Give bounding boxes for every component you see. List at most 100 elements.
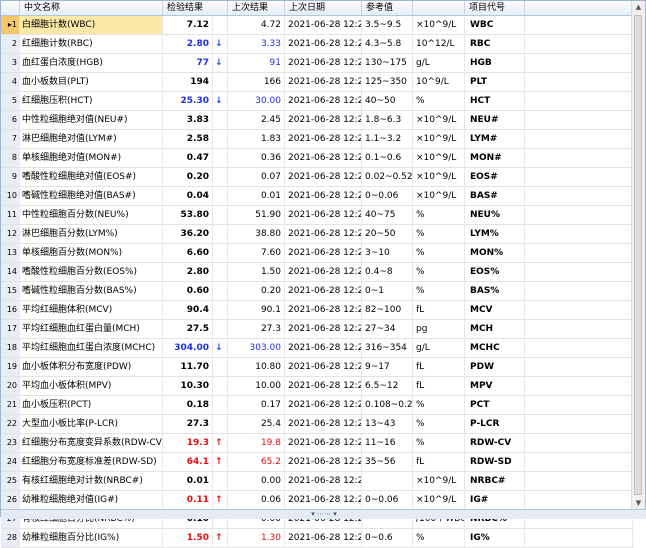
table-row[interactable]: 10 嗜碱性粒细胞绝对值(BAS#) 0.04 0.01 2021-06-28 … [1,187,633,206]
last-result-value: 1.83 [228,130,285,148]
table-row[interactable]: 23 红细胞分布宽度变异系数(RDW-CV) 19.3 ↑ 19.8 2021-… [1,434,633,453]
result-flag-icon [213,377,228,395]
item-code: LYM% [465,225,525,243]
item-name: 红细胞压积(HCT) [20,92,163,110]
table-row[interactable]: 14 嗜酸性粒细胞百分数(EOS%) 2.80 1.50 2021-06-28 … [1,263,633,282]
row-number: 4 [1,73,20,91]
reference-range: 0.108~0.27 [362,396,413,414]
reference-range: 3~10 [362,244,413,262]
row-filler [525,358,633,376]
last-date: 2021-06-28 12:22 [285,472,362,490]
item-code: HCT [465,92,525,110]
table-row[interactable]: 17 平均红细胞血红蛋白量(MCH) 27.5 27.3 2021-06-28 … [1,320,633,339]
item-code: BAS% [465,282,525,300]
table-row[interactable]: 13 单核细胞百分数(MON%) 6.60 7.60 2021-06-28 12… [1,244,633,263]
table-row[interactable]: 2 红细胞计数(RBC) 2.80 ↓ 3.33 2021-06-28 12:2… [1,35,633,54]
last-result-value: 303.00 [228,339,285,357]
result-value: 0.18 [163,396,213,414]
last-date: 2021-06-28 12:22 [285,35,362,53]
table-row[interactable]: 25 有核红细胞绝对计数(NRBC#) 0.01 0.00 2021-06-28… [1,472,633,491]
table-row[interactable]: 24 红细胞分布宽度标准差(RDW-SD) 64.1 ↑ 65.2 2021-0… [1,453,633,472]
result-flag-icon: ↓ [213,339,228,357]
item-code: RDW-CV [465,434,525,452]
table-row[interactable]: 21 血小板压积(PCT) 0.18 0.17 2021-06-28 12:22… [1,396,633,415]
vertical-scrollbar[interactable]: ▲ ▼ [631,1,645,509]
table-row[interactable]: 19 血小板体积分布宽度(PDW) 11.70 10.80 2021-06-28… [1,358,633,377]
last-result-value: 51.90 [228,206,285,224]
table-row[interactable]: 11 中性粒细胞百分数(NEU%) 53.80 51.90 2021-06-28… [1,206,633,225]
item-name: 白细胞计数(WBC) [20,16,163,34]
row-number: 11 [1,206,20,224]
reference-range: 13~43 [362,415,413,433]
table-row[interactable]: 12 淋巴细胞百分数(LYM%) 36.20 38.80 2021-06-28 … [1,225,633,244]
lab-results-grid: 中文名称 检验结果 上次结果 上次日期 参考值 项目代号 ▸1 白细胞计数(WB… [0,0,646,548]
row-filler [525,16,633,34]
result-value: 25.30 [163,92,213,110]
last-date: 2021-06-28 12:22 [285,149,362,167]
table-row[interactable]: 4 血小板数目(PLT) 194 166 2021-06-28 12:22 12… [1,73,633,92]
last-date: 2021-06-28 12:22 [285,168,362,186]
result-value: 0.04 [163,187,213,205]
header-last-result[interactable]: 上次结果 [228,1,285,15]
header-code[interactable]: 项目代号 [465,1,525,15]
row-filler [525,301,633,319]
table-row[interactable]: 9 嗜酸性粒细胞绝对值(EOS#) 0.20 0.07 2021-06-28 1… [1,168,633,187]
scroll-up-icon[interactable]: ▲ [632,1,645,13]
header-unit[interactable] [413,1,465,15]
result-flag-icon [213,206,228,224]
item-code: PDW [465,358,525,376]
row-number: ▸1 [1,16,20,34]
item-code: NEU% [465,206,525,224]
row-filler [525,396,633,414]
table-row[interactable]: 5 红细胞压积(HCT) 25.30 ↓ 30.00 2021-06-28 12… [1,92,633,111]
row-number: 20 [1,377,20,395]
unit: g/L [413,339,465,357]
reference-range: 125~350 [362,73,413,91]
table-row[interactable]: 16 平均红细胞体积(MCV) 90.4 90.1 2021-06-28 12:… [1,301,633,320]
table-row[interactable]: ▸1 白细胞计数(WBC) 7.12 4.72 2021-06-28 12:22… [1,16,633,35]
item-code: IG% [465,529,525,547]
result-flag-icon: ↓ [213,92,228,110]
unit: % [413,415,465,433]
last-result-value: 2.45 [228,111,285,129]
scrollbar-thumb[interactable] [634,15,642,495]
table-row[interactable]: 7 淋巴细胞绝对值(LYM#) 2.58 1.83 2021-06-28 12:… [1,130,633,149]
table-row[interactable]: 6 中性粒细胞绝对值(NEU#) 3.83 2.45 2021-06-28 12… [1,111,633,130]
unit: ×10^9/L [413,491,465,509]
header-result[interactable]: 检验结果 [163,1,228,15]
item-code: EOS% [465,263,525,281]
row-filler [525,244,633,262]
header-reference[interactable]: 参考值 [362,1,413,15]
item-name: 平均红细胞血红蛋白量(MCH) [20,320,163,338]
result-flag-icon [213,187,228,205]
table-row[interactable]: 28 幼稚粒细胞百分比(IG%) 1.50 ↑ 1.30 2021-06-28 … [1,529,633,548]
result-flag-icon [213,149,228,167]
table-row[interactable]: 3 血红蛋白浓度(HGB) 77 ↓ 91 2021-06-28 12:22 1… [1,54,633,73]
row-number: 18 [1,339,20,357]
item-code: MCHC [465,339,525,357]
header-last-date[interactable]: 上次日期 [285,1,362,15]
table-row[interactable]: 18 平均红细胞血红蛋白浓度(MCHC) 304.00 ↓ 303.00 202… [1,339,633,358]
item-name: 幼稚粒细胞百分比(IG%) [20,529,163,547]
splitter-grip[interactable]: ▾ ⋯⋯ ▾ [1,509,646,519]
table-row[interactable]: 22 大型血小板比率(P-LCR) 27.3 25.4 2021-06-28 1… [1,415,633,434]
result-value: 11.70 [163,358,213,376]
header-row-indicator [1,1,20,15]
item-code: MON% [465,244,525,262]
table-row[interactable]: 26 幼稚粒细胞绝对值(IG#) 0.11 ↑ 0.06 2021-06-28 … [1,491,633,510]
table-row[interactable]: 20 平均血小板体积(MPV) 10.30 10.00 2021-06-28 1… [1,377,633,396]
item-name: 红细胞分布宽度标准差(RDW-SD) [20,453,163,471]
result-value: 36.20 [163,225,213,243]
table-row[interactable]: 15 嗜碱性粒细胞百分数(BAS%) 0.60 0.20 2021-06-28 … [1,282,633,301]
result-flag-icon: ↓ [213,54,228,72]
unit: ×10^9/L [413,16,465,34]
header-name[interactable]: 中文名称 [20,1,163,15]
result-flag-icon [213,244,228,262]
result-flag-icon: ↑ [213,453,228,471]
last-result-value: 0.06 [228,491,285,509]
scroll-down-icon[interactable]: ▼ [632,497,645,509]
item-name: 大型血小板比率(P-LCR) [20,415,163,433]
unit: ×10^9/L [413,187,465,205]
item-name: 血小板体积分布宽度(PDW) [20,358,163,376]
table-row[interactable]: 8 单核细胞绝对值(MON#) 0.47 0.36 2021-06-28 12:… [1,149,633,168]
